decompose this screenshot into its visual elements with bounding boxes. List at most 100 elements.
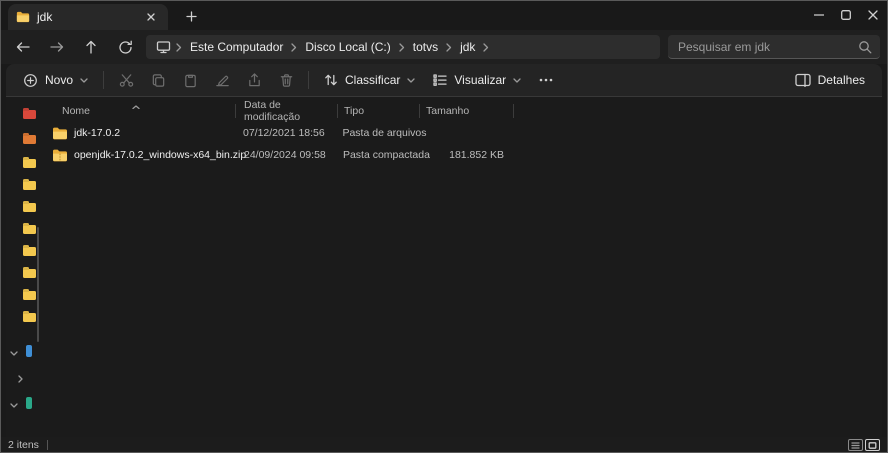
explorer-tab[interactable]: jdk xyxy=(8,4,168,30)
copy-icon xyxy=(152,73,164,87)
paste-button[interactable] xyxy=(174,67,206,93)
new-button[interactable]: Novo xyxy=(14,68,97,93)
copy-button[interactable] xyxy=(142,67,174,93)
breadcrumb-chevron-icon[interactable] xyxy=(482,42,490,52)
tab-close-button[interactable] xyxy=(142,8,160,26)
status-bar: 2 itens xyxy=(0,437,888,453)
pinned-folder-icon[interactable] xyxy=(23,313,36,322)
search-box[interactable] xyxy=(668,35,880,59)
tree-expander-chevron[interactable] xyxy=(8,347,20,359)
file-modified: 07/12/2021 18:56 xyxy=(242,127,325,139)
details-pane-label: Detalhes xyxy=(817,73,865,87)
folder-icon xyxy=(16,11,30,23)
this-pc-icon[interactable] xyxy=(26,345,32,357)
more-button[interactable] xyxy=(530,67,562,93)
cut-button[interactable] xyxy=(110,67,142,93)
pinned-folder-icon[interactable] xyxy=(23,181,36,190)
toolbar-separator xyxy=(103,71,105,89)
computer-icon xyxy=(152,40,175,54)
rename-button[interactable] xyxy=(206,67,238,93)
file-list: Nome Data de modificação Tipo Tamanho jd… xyxy=(40,97,882,437)
chevron-down-icon xyxy=(513,77,521,83)
column-header-name[interactable]: Nome xyxy=(40,100,236,122)
file-type: Pasta compactada xyxy=(342,149,430,161)
pinned-folder-icon[interactable] xyxy=(23,203,36,212)
breadcrumb-item-disco-local[interactable]: Disco Local (C:) xyxy=(298,40,397,54)
breadcrumb-chevron-icon[interactable] xyxy=(445,42,453,52)
plus-circle-icon xyxy=(24,73,37,87)
forward-button[interactable] xyxy=(42,33,72,61)
zip-folder-icon xyxy=(52,149,68,162)
navigation-pane xyxy=(6,97,40,437)
delete-button[interactable] xyxy=(270,67,302,93)
sort-ascending-icon xyxy=(132,100,140,112)
paste-icon xyxy=(184,74,196,87)
up-button[interactable] xyxy=(76,33,106,61)
column-header-type[interactable]: Tipo xyxy=(338,100,420,122)
sort-button-label: Classificar xyxy=(345,73,401,87)
pinned-folder-icon[interactable] xyxy=(23,225,36,234)
column-header-modified[interactable]: Data de modificação xyxy=(236,99,338,123)
search-input[interactable] xyxy=(668,35,880,58)
toolbar-separator xyxy=(308,71,310,89)
breadcrumb-item-jdk[interactable]: jdk xyxy=(453,40,482,54)
share-icon xyxy=(248,72,260,86)
sort-icon xyxy=(325,74,337,86)
chevron-down-icon xyxy=(407,77,416,83)
file-row[interactable]: jdk-17.0.2 07/12/2021 18:56 Pasta de arq… xyxy=(42,122,512,144)
details-pane-button[interactable]: Detalhes xyxy=(786,68,874,92)
breadcrumb-item-este-computador[interactable]: Este Computador xyxy=(183,40,290,54)
minimize-button[interactable] xyxy=(805,0,832,30)
view-button[interactable]: Visualizar xyxy=(424,68,530,92)
file-modified: 24/09/2024 09:58 xyxy=(244,149,326,161)
folder-icon xyxy=(52,127,68,140)
titlebar: jdk xyxy=(0,0,888,30)
tree-expander-chevron[interactable] xyxy=(8,399,20,411)
command-bar: Novo Classificar Visualizar Detalhes xyxy=(6,64,882,97)
content-card: Novo Classificar Visualizar Detalhes Nom… xyxy=(6,64,882,437)
breadcrumb-item-totvs[interactable]: totvs xyxy=(406,40,445,54)
column-separator[interactable] xyxy=(513,104,514,118)
breadcrumb-chevron-icon[interactable] xyxy=(175,42,183,52)
breadcrumb-chevron-icon[interactable] xyxy=(398,42,406,52)
pinned-folder-icon[interactable] xyxy=(23,269,36,278)
file-name: openjdk-17.0.2_windows-x64_bin.zip xyxy=(74,149,247,161)
view-toggles xyxy=(848,439,880,451)
pinned-folder-icon[interactable] xyxy=(23,291,36,300)
close-button[interactable] xyxy=(859,0,886,30)
file-name: jdk-17.0.2 xyxy=(74,127,121,139)
large-icons-view-button[interactable] xyxy=(865,439,880,451)
trash-icon xyxy=(280,73,292,87)
network-icon[interactable] xyxy=(26,397,32,409)
pinned-folder-icon[interactable] xyxy=(23,159,36,168)
tree-expander-chevron[interactable] xyxy=(14,373,26,385)
breadcrumb-chevron-icon[interactable] xyxy=(290,42,298,52)
cut-icon xyxy=(119,73,133,87)
window-controls xyxy=(805,0,886,30)
back-button[interactable] xyxy=(8,33,38,61)
item-count: 2 itens xyxy=(8,439,39,451)
sort-button[interactable]: Classificar xyxy=(315,68,424,92)
chevron-down-icon xyxy=(80,77,88,83)
tab-title: jdk xyxy=(37,10,53,24)
view-button-label: Visualizar xyxy=(454,73,507,87)
address-bar[interactable]: Este Computador Disco Local (C:) totvs j… xyxy=(146,35,660,59)
new-tab-button[interactable] xyxy=(178,5,204,27)
sidebar-scrollbar[interactable] xyxy=(37,227,39,342)
file-size: 181.852 KB xyxy=(449,149,504,161)
file-type: Pasta de arquivos xyxy=(342,127,427,139)
details-pane-icon xyxy=(794,73,811,87)
pinned-folder-icon[interactable] xyxy=(23,247,36,256)
file-row[interactable]: openjdk-17.0.2_windows-x64_bin.zip 24/09… xyxy=(42,144,512,166)
ellipsis-icon xyxy=(539,78,553,82)
status-separator xyxy=(46,440,48,450)
rename-icon xyxy=(215,75,229,86)
pinned-folder-icon[interactable] xyxy=(23,135,36,144)
details-view-button[interactable] xyxy=(848,439,863,451)
share-button[interactable] xyxy=(238,67,270,93)
maximize-button[interactable] xyxy=(832,0,859,30)
view-icon xyxy=(433,74,448,86)
column-header-size[interactable]: Tamanho xyxy=(420,100,514,122)
pinned-folder-icon[interactable] xyxy=(23,110,36,119)
refresh-button[interactable] xyxy=(110,33,140,61)
